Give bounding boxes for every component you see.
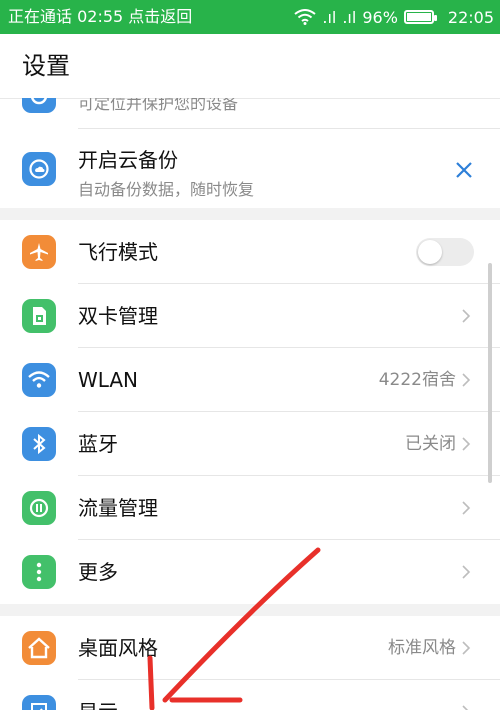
cloud-backup-title: 开启云备份: [78, 148, 178, 172]
title-bar: 设置: [0, 34, 500, 99]
wifi-status-icon: [294, 9, 316, 25]
wlan-value: 4222宿舍: [378, 370, 456, 390]
find-device-row[interactable]: 可定位并保护您的设备: [0, 98, 500, 129]
call-status-text[interactable]: 正在通话 02:55 点击返回: [8, 0, 192, 34]
bluetooth-icon: [22, 427, 56, 461]
find-device-icon: [22, 98, 56, 113]
chevron-right-icon: [462, 373, 471, 387]
section-divider: [0, 208, 500, 220]
chevron-right-icon: [462, 705, 469, 710]
sim-card-icon: [22, 299, 56, 333]
airplane-mode-toggle[interactable]: [416, 238, 474, 266]
bluetooth-row[interactable]: 蓝牙 已关闭: [0, 412, 500, 476]
status-time: 22:05: [447, 7, 494, 27]
home-style-value: 标准风格: [388, 638, 456, 658]
cloud-backup-subtitle: 自动备份数据，随时恢复: [78, 180, 255, 199]
status-indicators: .ıl .ıl 96% 22:05: [294, 0, 494, 34]
more-row[interactable]: 更多: [0, 540, 500, 604]
find-device-subtitle: 可定位并保护您的设备: [78, 98, 239, 113]
chevron-right-icon: [462, 565, 471, 579]
data-usage-icon: [22, 491, 56, 525]
scrollbar[interactable]: [488, 263, 492, 483]
display-label: 显示: [78, 680, 118, 710]
chevron-right-icon: [462, 309, 471, 323]
more-label: 更多: [78, 560, 118, 584]
more-icon: [22, 555, 56, 589]
wlan-label: WLAN: [78, 368, 139, 392]
wifi-icon: [22, 363, 56, 397]
bluetooth-label: 蓝牙: [78, 432, 118, 456]
chevron-right-icon: [462, 437, 471, 451]
dual-sim-row[interactable]: 双卡管理: [0, 284, 500, 348]
display-icon: [22, 695, 56, 710]
page-title: 设置: [22, 52, 70, 80]
airplane-mode-row[interactable]: 飞行模式: [0, 220, 500, 284]
home-style-label: 桌面风格: [78, 636, 158, 660]
signal-icon-2: .ıl: [342, 7, 357, 27]
home-style-row[interactable]: 桌面风格 标准风格: [0, 616, 500, 680]
bluetooth-value: 已关闭: [405, 434, 456, 454]
signal-icon-1: .ıl: [322, 7, 337, 27]
close-icon[interactable]: [454, 160, 474, 180]
home-icon: [22, 631, 56, 665]
data-usage-row[interactable]: 流量管理: [0, 476, 500, 540]
dual-sim-label: 双卡管理: [78, 304, 158, 328]
chevron-right-icon: [462, 641, 471, 655]
battery-icon: [403, 10, 437, 24]
settings-list[interactable]: 可定位并保护您的设备 开启云备份 自动备份数据，随时恢复 飞行模式 双卡管理 W…: [0, 98, 500, 710]
section-divider: [0, 604, 500, 616]
display-row[interactable]: 显示: [0, 680, 500, 710]
airplane-icon: [22, 235, 56, 269]
data-usage-label: 流量管理: [78, 496, 158, 520]
wlan-row[interactable]: WLAN 4222宿舍: [0, 348, 500, 412]
cloud-backup-icon: [22, 152, 56, 186]
airplane-mode-label: 飞行模式: [78, 240, 158, 264]
battery-percent: 96%: [362, 7, 398, 27]
cloud-backup-row[interactable]: 开启云备份 自动备份数据，随时恢复: [0, 132, 500, 208]
chevron-right-icon: [462, 501, 471, 515]
status-bar: 正在通话 02:55 点击返回 .ıl .ıl 96% 22:05: [0, 0, 500, 34]
